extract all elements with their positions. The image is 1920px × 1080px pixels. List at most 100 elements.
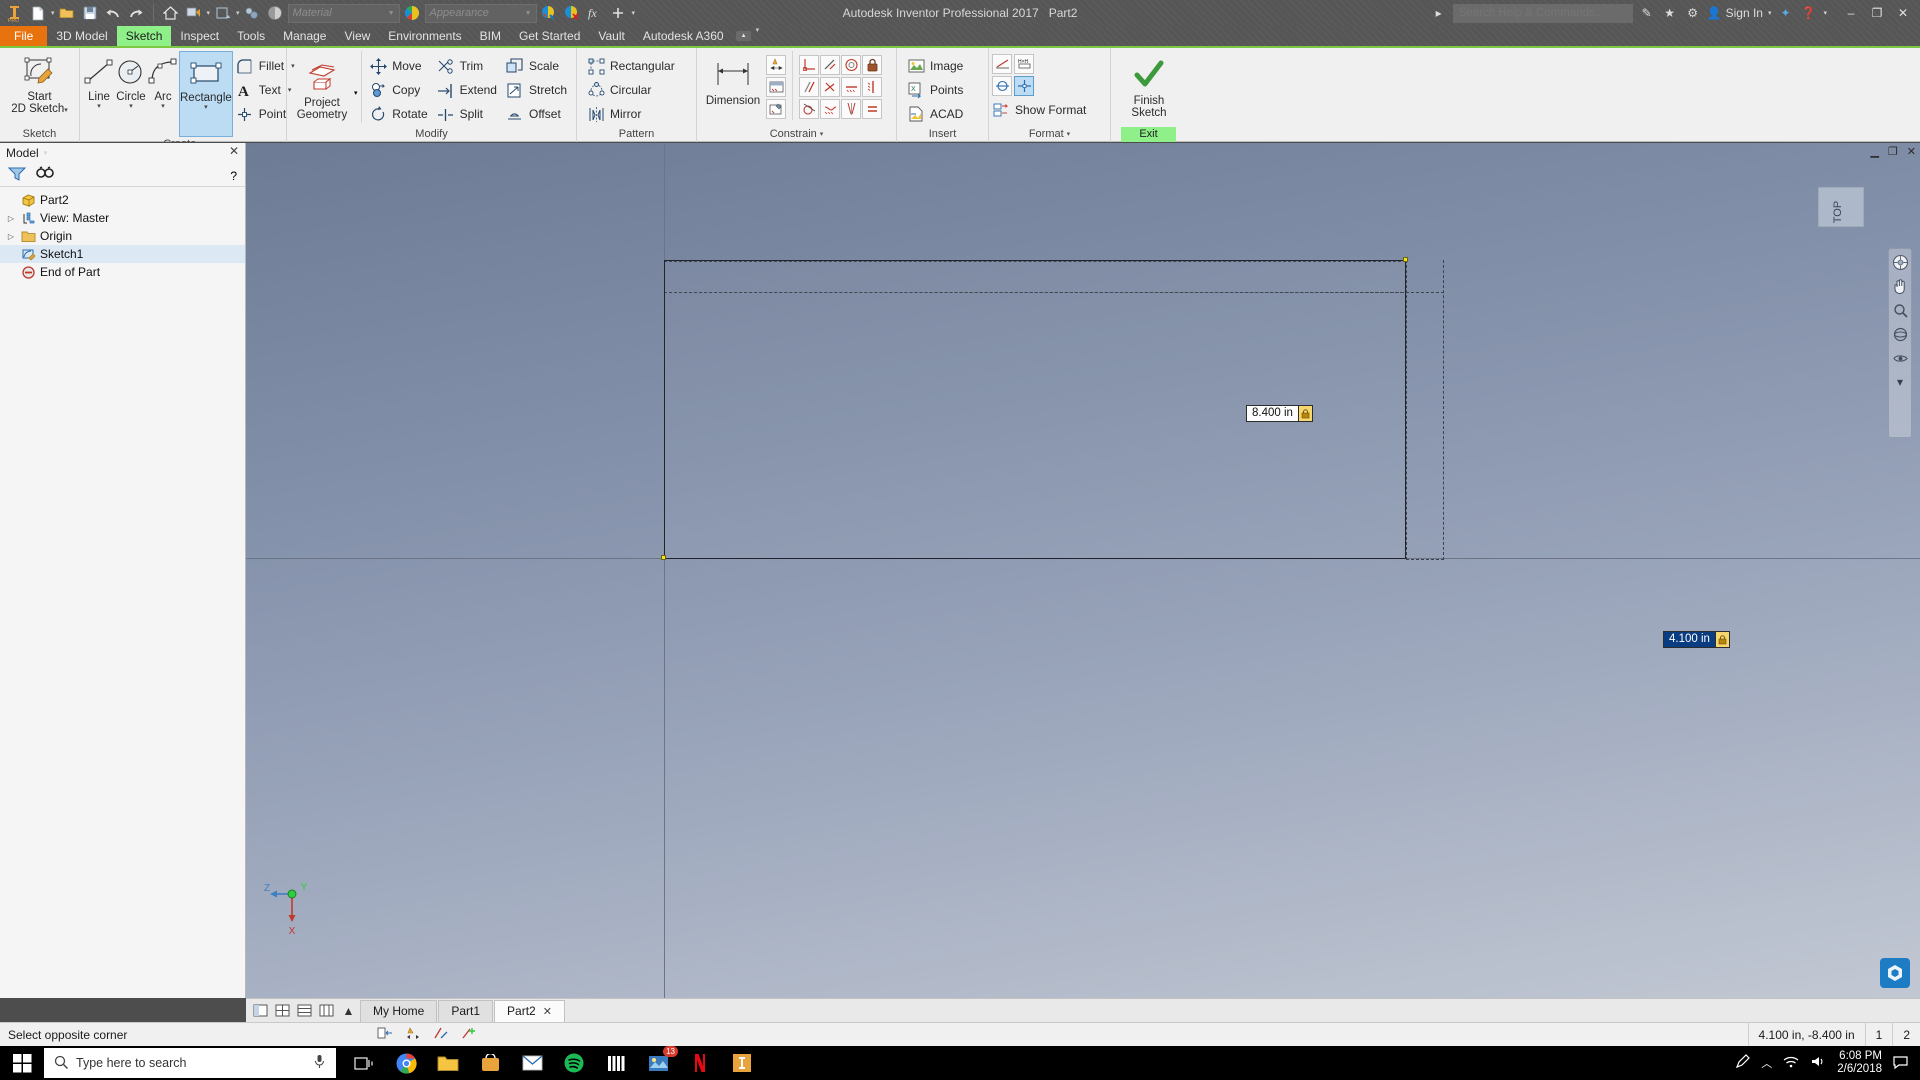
help-caret-icon[interactable]: ▾ xyxy=(1823,9,1827,17)
line-button[interactable]: Line ▾ xyxy=(83,51,115,111)
customize-qat-caret-icon[interactable]: ▾ xyxy=(632,9,636,17)
taskbar-search-box[interactable]: Type here to search xyxy=(44,1048,336,1078)
sketch-point-top-right[interactable] xyxy=(1403,257,1408,262)
steering-wheel-icon[interactable] xyxy=(1891,253,1909,271)
dimension-display-icon[interactable] xyxy=(405,1026,421,1043)
taskbar-clock[interactable]: 6:08 PM 2/6/2018 xyxy=(1837,1050,1882,1076)
minimize-button[interactable]: – xyxy=(1838,1,1864,25)
centerline-icon[interactable] xyxy=(992,76,1012,96)
center-point-icon[interactable] xyxy=(1014,76,1034,96)
clear-appearance-icon[interactable] xyxy=(562,2,583,24)
appearance-ball-icon[interactable] xyxy=(265,2,286,24)
spotify-icon[interactable] xyxy=(556,1047,592,1079)
store-icon[interactable] xyxy=(472,1047,508,1079)
tree-node-part2[interactable]: Part2 xyxy=(0,191,245,209)
material-caret-icon[interactable]: ▼ xyxy=(388,10,395,17)
format-panel-caret-icon[interactable]: ▾ xyxy=(1067,127,1071,142)
chrome-icon[interactable] xyxy=(388,1047,424,1079)
line-caret-icon[interactable]: ▾ xyxy=(97,103,101,111)
lock-icon[interactable] xyxy=(1714,632,1729,647)
return-icon[interactable] xyxy=(183,2,204,24)
sign-in-button[interactable]: 👤 Sign In ▾ xyxy=(1707,6,1772,20)
graphics-canvas[interactable]: ▁ ❐ ✕ 8.400 in 4.100 in TOP ▾ X Z Y xyxy=(246,143,1920,998)
project-geometry-button[interactable]: Project Geometry xyxy=(290,51,354,121)
network-icon[interactable] xyxy=(1783,1055,1799,1071)
doc-tab-part1[interactable]: Part1 xyxy=(438,999,494,1022)
library-icon[interactable] xyxy=(598,1047,634,1079)
coincident-constraint-icon[interactable] xyxy=(820,77,840,97)
tab-bim[interactable]: BIM xyxy=(471,26,510,46)
ribbon-collapse-button[interactable]: ▲ xyxy=(733,26,755,46)
navigation-bar[interactable]: ▾ xyxy=(1888,248,1912,438)
driven-dimension-icon[interactable]: H×H xyxy=(1014,54,1034,74)
mail-icon[interactable] xyxy=(514,1047,550,1079)
dimension-horizontal-value[interactable]: 8.400 in xyxy=(1247,406,1298,421)
tab-view[interactable]: View xyxy=(335,26,379,46)
concentric-constraint-icon[interactable] xyxy=(841,55,861,75)
trim-button[interactable]: Trim xyxy=(434,54,503,78)
circular-pattern-button[interactable]: Circular xyxy=(584,78,681,102)
tree-node-origin[interactable]: ▷ Origin xyxy=(0,227,245,245)
canvas-minimize-button[interactable]: ▁ xyxy=(1870,145,1878,158)
view-layout-4-icon[interactable] xyxy=(316,1001,337,1021)
look-at-icon[interactable] xyxy=(1891,349,1909,367)
constraint-settings-icon[interactable] xyxy=(766,99,786,119)
doc-tab-part2[interactable]: Part2 ✕ xyxy=(494,999,565,1022)
appearance-combo[interactable]: Appearance ▼ xyxy=(424,3,537,23)
search-input[interactable] xyxy=(1452,3,1633,23)
redo-icon[interactable] xyxy=(126,2,147,24)
search-caret-icon[interactable]: ▸ xyxy=(1430,6,1448,20)
browser-close-icon[interactable]: ✕ xyxy=(229,144,239,158)
horizontal-constraint-icon[interactable] xyxy=(841,77,861,97)
pan-hand-icon[interactable] xyxy=(1891,277,1909,295)
zoom-magnifier-icon[interactable] xyxy=(1891,301,1909,319)
new-file-icon[interactable] xyxy=(27,2,48,24)
pen-icon[interactable]: ✎ xyxy=(1638,6,1656,20)
help-icon[interactable]: ❓ xyxy=(1799,6,1817,20)
circle-button[interactable]: Circle ▾ xyxy=(115,51,147,111)
fx-parameters-icon[interactable]: fx xyxy=(585,2,606,24)
tree-node-sketch1[interactable]: Sketch1 xyxy=(0,245,245,263)
insert-image-button[interactable]: Image xyxy=(904,54,969,78)
insert-acad-button[interactable]: ACAD xyxy=(904,102,969,126)
finish-sketch-button[interactable]: Finish Sketch xyxy=(1114,51,1184,119)
add-icon[interactable] xyxy=(608,2,629,24)
rectangle-button[interactable]: Rectangle ▾ xyxy=(179,51,233,137)
parallel-constraint-icon[interactable] xyxy=(799,77,819,97)
view-layout-1-icon[interactable] xyxy=(250,1001,271,1021)
stretch-button[interactable]: Stretch xyxy=(503,78,573,102)
return-caret-icon[interactable]: ▾ xyxy=(207,9,211,17)
tab-inspect[interactable]: Inspect xyxy=(171,26,228,46)
offset-button[interactable]: Offset xyxy=(503,102,573,126)
dimension-input-vertical[interactable]: 4.100 in xyxy=(1663,631,1730,648)
photos-icon[interactable]: 13 xyxy=(640,1046,678,1079)
dimension-vertical-value[interactable]: 4.100 in xyxy=(1664,632,1715,647)
tab-scroll-up-icon[interactable]: ▲ xyxy=(338,1001,359,1021)
project-geometry-caret-icon[interactable]: ▾ xyxy=(354,89,358,97)
equal-constraint-icon[interactable] xyxy=(862,99,882,119)
fix-constraint-icon[interactable] xyxy=(862,55,882,75)
extend-button[interactable]: Extend xyxy=(434,78,503,102)
collinear-constraint-icon[interactable] xyxy=(820,55,840,75)
home-icon[interactable] xyxy=(160,2,181,24)
canvas-close-button[interactable]: ✕ xyxy=(1907,145,1916,158)
move-button[interactable]: Move xyxy=(366,54,433,78)
tree-expander[interactable]: ▷ xyxy=(6,232,16,241)
constraint-display-icon[interactable] xyxy=(433,1026,449,1043)
arc-button[interactable]: Arc ▾ xyxy=(147,51,179,111)
vertical-constraint-icon[interactable] xyxy=(862,77,882,97)
rectangular-pattern-button[interactable]: Rectangular xyxy=(584,54,681,78)
rotate-button[interactable]: Rotate xyxy=(366,102,433,126)
new-file-caret-icon[interactable]: ▾ xyxy=(51,9,55,17)
view-layout-2-icon[interactable] xyxy=(272,1001,293,1021)
dimension-input-horizontal[interactable]: 8.400 in xyxy=(1246,405,1313,422)
sign-in-caret-icon[interactable]: ▾ xyxy=(1768,9,1772,17)
doc-tab-my-home[interactable]: My Home xyxy=(360,999,438,1022)
pen-tray-icon[interactable] xyxy=(1735,1054,1751,1072)
select-icon[interactable] xyxy=(242,2,263,24)
rectangle-caret-icon[interactable]: ▾ xyxy=(204,104,208,112)
tree-node-view-master[interactable]: ▷ View: Master xyxy=(0,209,245,227)
color-wheel-icon[interactable] xyxy=(402,2,423,24)
appearance-caret-icon[interactable]: ▼ xyxy=(525,10,532,17)
a360-icon[interactable]: ✦ xyxy=(1776,6,1794,20)
